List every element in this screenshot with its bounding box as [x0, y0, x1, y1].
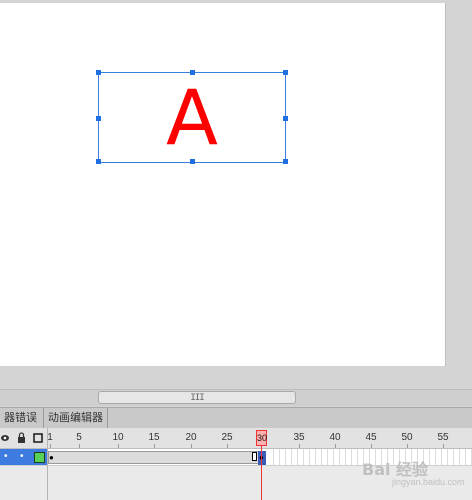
ruler-label: 20 — [185, 432, 197, 443]
end-frame-marker[interactable] — [252, 452, 257, 461]
ruler-tick — [371, 444, 372, 448]
eye-icon[interactable] — [1, 435, 9, 441]
ruler-tick — [191, 444, 192, 448]
stage-canvas[interactable] — [0, 3, 446, 366]
handle-bottom-left[interactable] — [96, 159, 101, 164]
timeline-header-icons — [1, 432, 43, 443]
playhead[interactable]: 30 — [256, 430, 267, 446]
tab-motion-editor[interactable]: 动画编辑器 — [44, 408, 108, 428]
ruler-label: 55 — [437, 432, 449, 443]
outline-square-icon[interactable] — [33, 433, 43, 443]
ruler-label: 1 — [47, 432, 53, 443]
handle-middle-right[interactable] — [283, 116, 288, 121]
ruler-label: 25 — [221, 432, 233, 443]
frame-span[interactable] — [48, 451, 261, 464]
timeline-divider — [47, 428, 48, 500]
ruler-label: 5 — [76, 432, 82, 443]
current-frame-number: 30 — [257, 433, 268, 443]
ruler-label: 45 — [365, 432, 377, 443]
ruler-label: 15 — [148, 432, 160, 443]
watermark-url: jingyan.baidu.com — [392, 477, 465, 487]
horizontal-scroll-thumb[interactable]: III — [98, 391, 296, 404]
ruler-tick — [335, 444, 336, 448]
ruler-label: 40 — [329, 432, 341, 443]
handle-bottom-right[interactable] — [283, 159, 288, 164]
lock-icon[interactable] — [18, 432, 25, 443]
start-keyframe[interactable]: ● — [49, 451, 54, 464]
ruler-label: 50 — [401, 432, 413, 443]
ruler-tick — [227, 444, 228, 448]
handle-top-left[interactable] — [96, 70, 101, 75]
panel-tab-bar: 器错误 动画编辑器 — [0, 407, 472, 429]
lock-toggle[interactable]: • — [20, 449, 24, 465]
ruler-tick — [299, 444, 300, 448]
scroll-grip-icon: III — [190, 392, 204, 403]
handle-top-middle[interactable] — [190, 70, 195, 75]
handle-bottom-middle[interactable] — [190, 159, 195, 164]
layer-color-swatch[interactable] — [34, 452, 45, 463]
ruler-tick — [443, 444, 444, 448]
handle-top-right[interactable] — [283, 70, 288, 75]
visibility-toggle[interactable]: • — [4, 449, 8, 465]
handle-middle-left[interactable] — [96, 116, 101, 121]
ruler-tick — [407, 444, 408, 448]
ruler-tick — [118, 444, 119, 448]
ruler-label: 10 — [112, 432, 124, 443]
tab-label: 动画编辑器 — [48, 412, 103, 424]
ruler-tick — [50, 444, 51, 448]
layer-controls[interactable]: • • — [0, 449, 48, 465]
ruler-label: 35 — [293, 432, 305, 443]
tab-compiler-errors[interactable]: 器错误 — [0, 408, 44, 428]
ruler-tick — [79, 444, 80, 448]
playhead-line — [261, 446, 262, 500]
ruler-tick — [154, 444, 155, 448]
selection-bounding-box[interactable] — [96, 70, 288, 164]
tab-label: 器错误 — [4, 412, 37, 424]
